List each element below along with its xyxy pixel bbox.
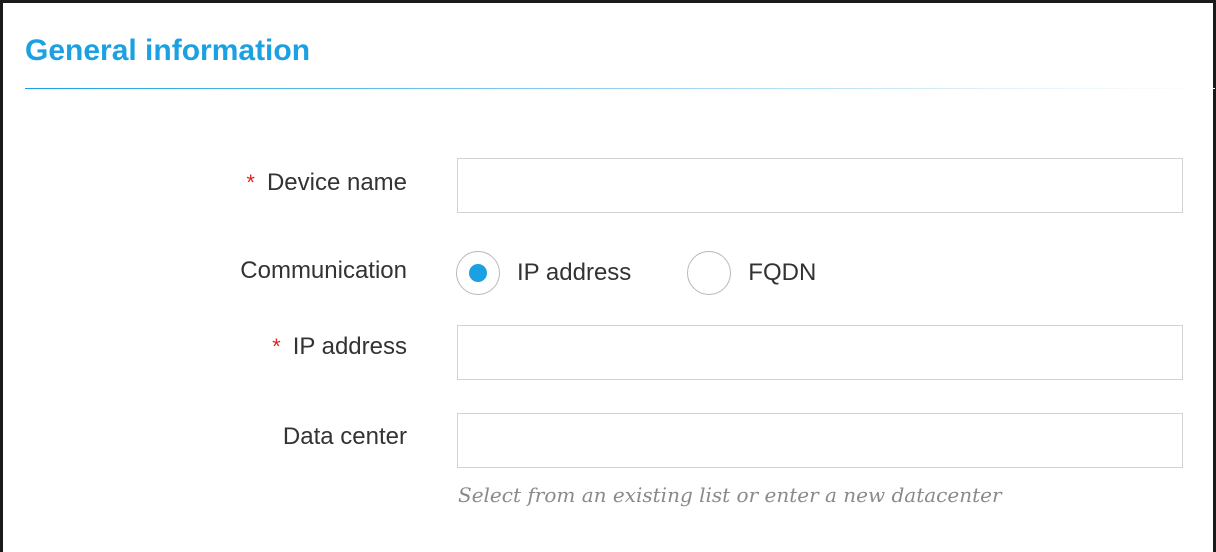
data-center-label: Data center (282, 423, 407, 450)
data-center-hint: Select from an existing list or enter a … (458, 483, 1002, 507)
required-marker: * (246, 170, 255, 195)
radio-selected-icon[interactable] (456, 251, 500, 295)
communication-radio-group: IP address FQDN (456, 249, 872, 297)
radio-dot-icon (469, 264, 487, 282)
device-name-label-text: Device name (266, 169, 407, 196)
device-name-label: * Device name (246, 168, 407, 198)
radio-fqdn[interactable]: FQDN (687, 251, 816, 295)
title-divider (25, 88, 1215, 89)
ip-address-label-text: IP address (292, 333, 407, 360)
radio-unselected-icon[interactable] (687, 251, 732, 295)
general-information-panel: General information * Device name Communi… (0, 0, 1216, 552)
communication-label: Communication (240, 257, 407, 284)
radio-fqdn-label[interactable]: FQDN (748, 259, 816, 287)
section-title: General information (25, 34, 311, 67)
data-center-input[interactable] (457, 413, 1183, 468)
ip-address-label: * IP address (272, 332, 407, 362)
device-name-input[interactable] (457, 158, 1183, 213)
radio-ip-address[interactable]: IP address (456, 251, 631, 295)
ip-address-input[interactable] (457, 325, 1183, 380)
required-marker: * (272, 334, 281, 359)
radio-ip-address-label[interactable]: IP address (517, 259, 631, 287)
